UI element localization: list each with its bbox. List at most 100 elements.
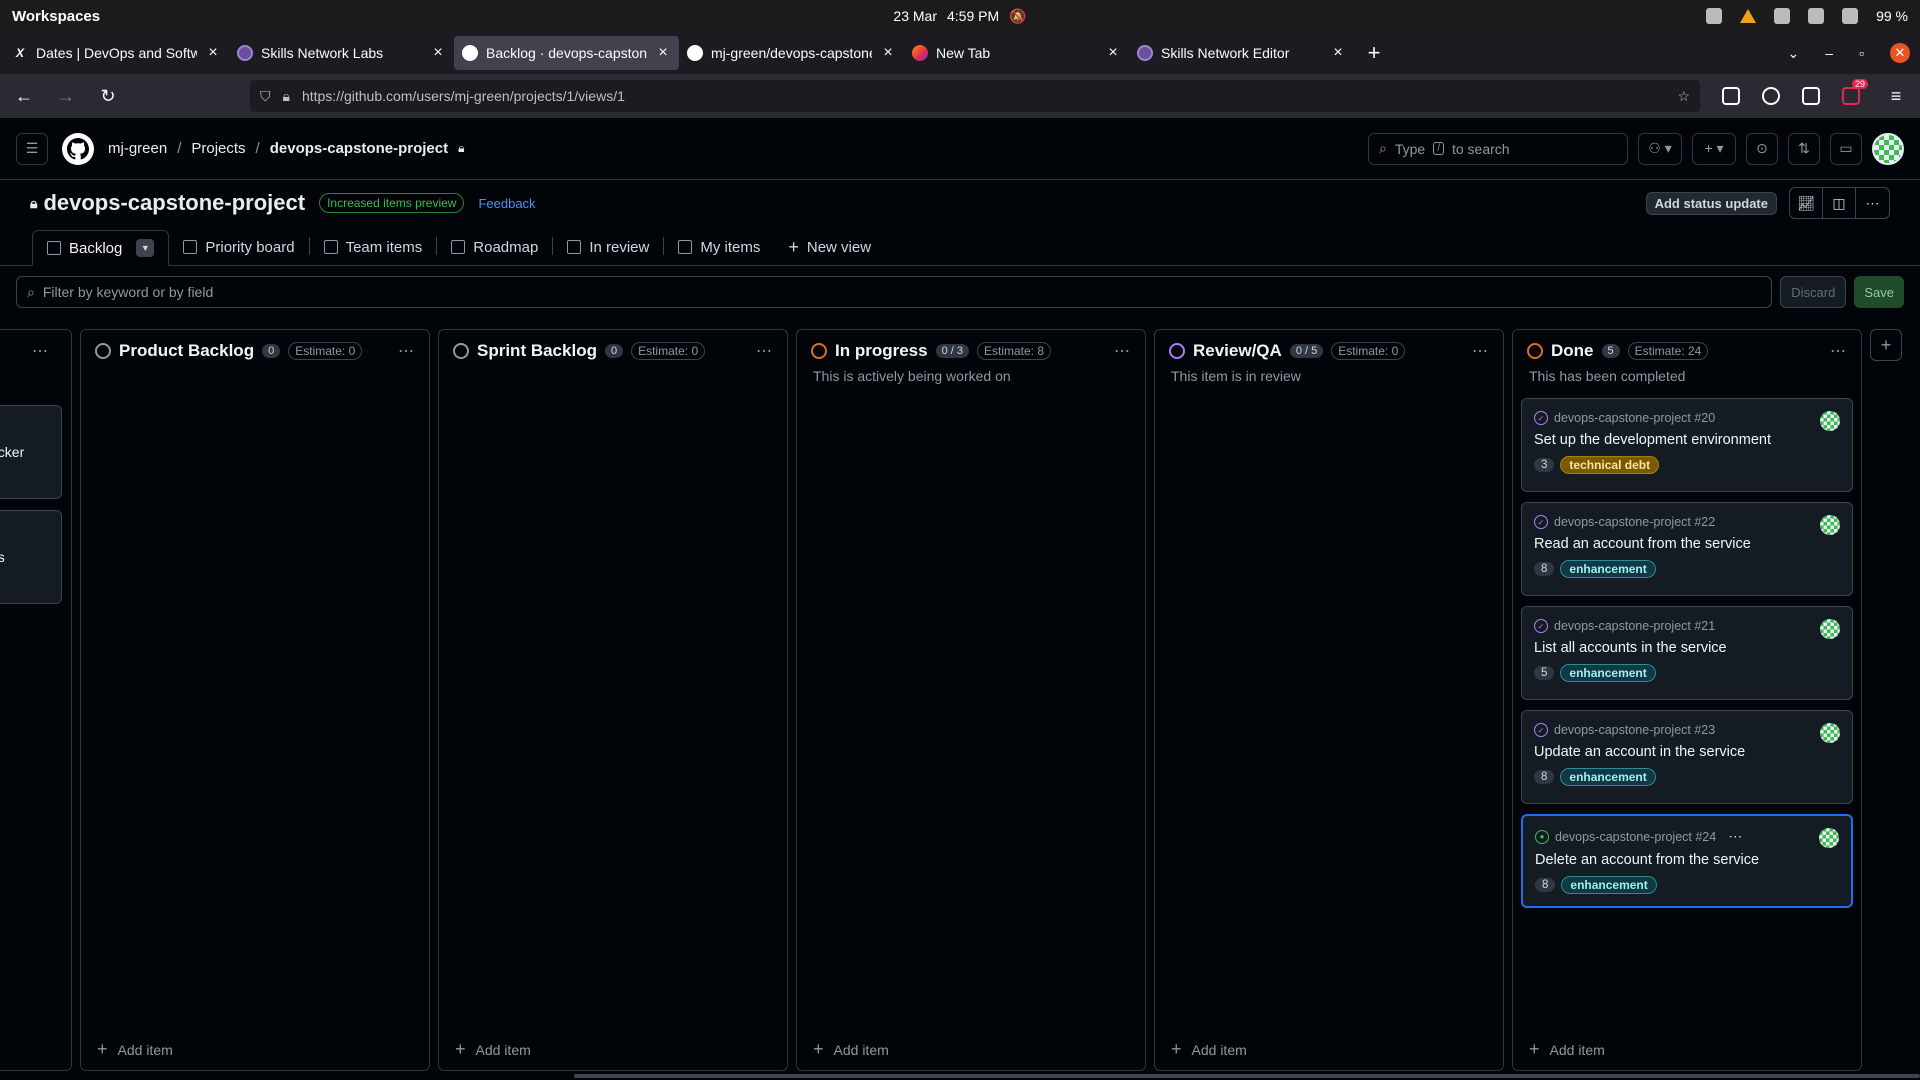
card[interactable]: ● devops-capstone-project #24 ⋯ Delete an a…	[1521, 814, 1853, 908]
assignee-avatar[interactable]	[1819, 828, 1839, 848]
lock-icon[interactable]: 🔒︎	[283, 88, 290, 105]
card-ref[interactable]: devops-capstone-project #20	[1554, 411, 1715, 425]
project-title[interactable]: devops-capstone-project	[43, 190, 305, 216]
feedback-link[interactable]: Feedback	[478, 196, 535, 211]
minimize-icon[interactable]: –	[1825, 45, 1833, 61]
browser-tab[interactable]: X Dates | DevOps and Softwar ×	[4, 36, 229, 70]
card-title[interactable]: List all accounts in the service	[1534, 640, 1840, 656]
discard-button[interactable]: Discard	[1780, 276, 1847, 308]
pocket-icon[interactable]	[1722, 87, 1740, 105]
reload-icon[interactable]: ↻	[94, 86, 122, 107]
close-icon[interactable]: ×	[205, 44, 221, 62]
card-title[interactable]: Read an account from the service	[1534, 536, 1840, 552]
avatar[interactable]	[1872, 132, 1904, 165]
url-bar[interactable]: ⛉ 🔒︎ https://github.com/users/mj-green/p…	[250, 80, 1700, 112]
close-icon[interactable]: ×	[1330, 44, 1346, 62]
browser-tab-active[interactable]: Backlog · devops-capstone- ×	[454, 36, 679, 70]
label-badge[interactable]: technical debt	[1560, 456, 1660, 474]
browser-tab[interactable]: Skills Network Labs ×	[229, 36, 454, 70]
card-partial[interactable]: ocker	[0, 405, 62, 499]
card-partial[interactable]: es	[0, 510, 62, 604]
update-icon[interactable]	[1774, 8, 1791, 24]
column-menu-icon[interactable]: ⋯	[756, 341, 773, 361]
save-button[interactable]: Save	[1854, 276, 1904, 308]
card-title[interactable]: Delete an account from the service	[1535, 852, 1839, 868]
view-options-dropdown[interactable]: ▼	[136, 239, 155, 257]
menu-icon[interactable]: ≡	[1882, 86, 1910, 107]
clock[interactable]: 23 Mar 4:59 PM 🔕	[893, 8, 1026, 25]
label-badge[interactable]: enhancement	[1560, 768, 1656, 786]
more-options-icon[interactable]: ⋯	[1856, 188, 1889, 218]
card[interactable]: ✓ devops-capstone-project #20 Set up the d…	[1521, 398, 1853, 492]
label-badge[interactable]: enhancement	[1560, 560, 1656, 578]
battery-label[interactable]: 99 %	[1876, 8, 1908, 24]
column-menu-icon[interactable]: ⋯	[398, 341, 415, 361]
column-menu-icon[interactable]: ⋯	[32, 341, 49, 361]
label-badge[interactable]: enhancement	[1561, 876, 1657, 894]
column-menu-icon[interactable]: ⋯	[1472, 341, 1489, 361]
shield-icon[interactable]: ⛉	[260, 88, 271, 105]
copilot-icon[interactable]: ⚇ ▾	[1638, 132, 1682, 165]
browser-tab[interactable]: Skills Network Editor ×	[1129, 36, 1354, 70]
create-new-icon[interactable]: + ▾	[1692, 132, 1736, 165]
tab-team-items[interactable]: Team items	[310, 229, 437, 265]
insights-icon[interactable]: 📈︎	[1790, 188, 1823, 218]
close-icon[interactable]: ×	[880, 44, 896, 62]
back-icon[interactable]: ←	[10, 86, 38, 107]
card-ref[interactable]: devops-capstone-project #23	[1554, 723, 1715, 737]
tab-roadmap[interactable]: Roadmap	[437, 229, 552, 265]
add-item-button[interactable]: + Add item	[455, 1039, 531, 1060]
inbox-icon[interactable]: ▭	[1830, 132, 1862, 165]
workspaces-label[interactable]: Workspaces	[12, 8, 100, 25]
tab-priority-board[interactable]: Priority board	[169, 229, 308, 265]
new-tab-button[interactable]: +	[1358, 40, 1390, 66]
github-search-input[interactable]: ⌕ Type / to search	[1368, 132, 1628, 165]
add-item-button[interactable]: + Add item	[813, 1039, 889, 1060]
add-column-button[interactable]: +	[1870, 329, 1902, 361]
card[interactable]: ✓ devops-capstone-project #23 Update an ac…	[1521, 710, 1853, 804]
close-icon[interactable]: ×	[430, 44, 446, 62]
card[interactable]: ✓ devops-capstone-project #21 List all acc…	[1521, 606, 1853, 700]
url-text[interactable]: https://github.com/users/mj-green/projec…	[302, 88, 1665, 104]
bookmark-star-icon[interactable]: ☆	[1677, 88, 1690, 105]
extensions-icon[interactable]	[1802, 87, 1820, 105]
tab-in-review[interactable]: In review	[553, 229, 663, 265]
breadcrumb-project[interactable]: devops-capstone-project	[270, 140, 448, 157]
column-menu-icon[interactable]: ⋯	[1114, 341, 1131, 361]
card-ref[interactable]: devops-capstone-project #21	[1554, 619, 1715, 633]
assignee-avatar[interactable]	[1820, 619, 1840, 639]
add-item-button[interactable]: + Add item	[1171, 1039, 1247, 1060]
label-badge[interactable]: enhancement	[1560, 664, 1656, 682]
new-view-button[interactable]: + New view	[774, 229, 885, 265]
close-icon[interactable]: ×	[655, 44, 671, 62]
close-window-icon[interactable]: ✕	[1890, 43, 1910, 63]
github-logo-icon[interactable]	[62, 132, 94, 165]
close-icon[interactable]: ×	[1105, 44, 1121, 62]
card-ref[interactable]: devops-capstone-project #22	[1554, 515, 1715, 529]
hamburger-menu-icon[interactable]: ☰	[16, 132, 48, 165]
tab-backlog[interactable]: Backlog ▼	[32, 230, 170, 266]
forward-icon[interactable]: →	[52, 86, 80, 107]
assignee-avatar[interactable]	[1820, 515, 1840, 535]
warning-icon[interactable]	[1740, 9, 1757, 23]
card[interactable]: ✓ devops-capstone-project #22 Read an acco…	[1521, 502, 1853, 596]
volume-icon[interactable]	[1842, 8, 1859, 24]
account-icon[interactable]	[1762, 87, 1780, 105]
tab-list-icon[interactable]: ⌄	[1788, 45, 1800, 62]
browser-tab[interactable]: mj-green/devops-capstone ×	[679, 36, 904, 70]
horizontal-scrollbar[interactable]	[574, 1074, 1920, 1078]
assignee-avatar[interactable]	[1820, 723, 1840, 743]
screen-icon[interactable]	[1706, 8, 1723, 24]
card-title[interactable]: Set up the development environment	[1534, 432, 1840, 448]
preview-badge[interactable]: Increased items preview	[319, 193, 465, 213]
breadcrumb-owner[interactable]: mj-green	[108, 140, 167, 157]
card-ref[interactable]: devops-capstone-project #24	[1555, 830, 1716, 844]
add-status-update-button[interactable]: Add status update	[1645, 191, 1777, 215]
filter-input[interactable]: ⌕ Filter by keyword or by field	[16, 276, 1773, 308]
issues-icon[interactable]: ⊙	[1746, 132, 1778, 165]
side-panel-icon[interactable]: ◫	[1823, 188, 1856, 218]
wifi-icon[interactable]	[1808, 8, 1825, 24]
ublock-icon[interactable]: 29	[1842, 79, 1868, 105]
add-item-button[interactable]: + Add item	[97, 1039, 173, 1060]
add-item-button[interactable]: + Add item	[1529, 1039, 1605, 1060]
